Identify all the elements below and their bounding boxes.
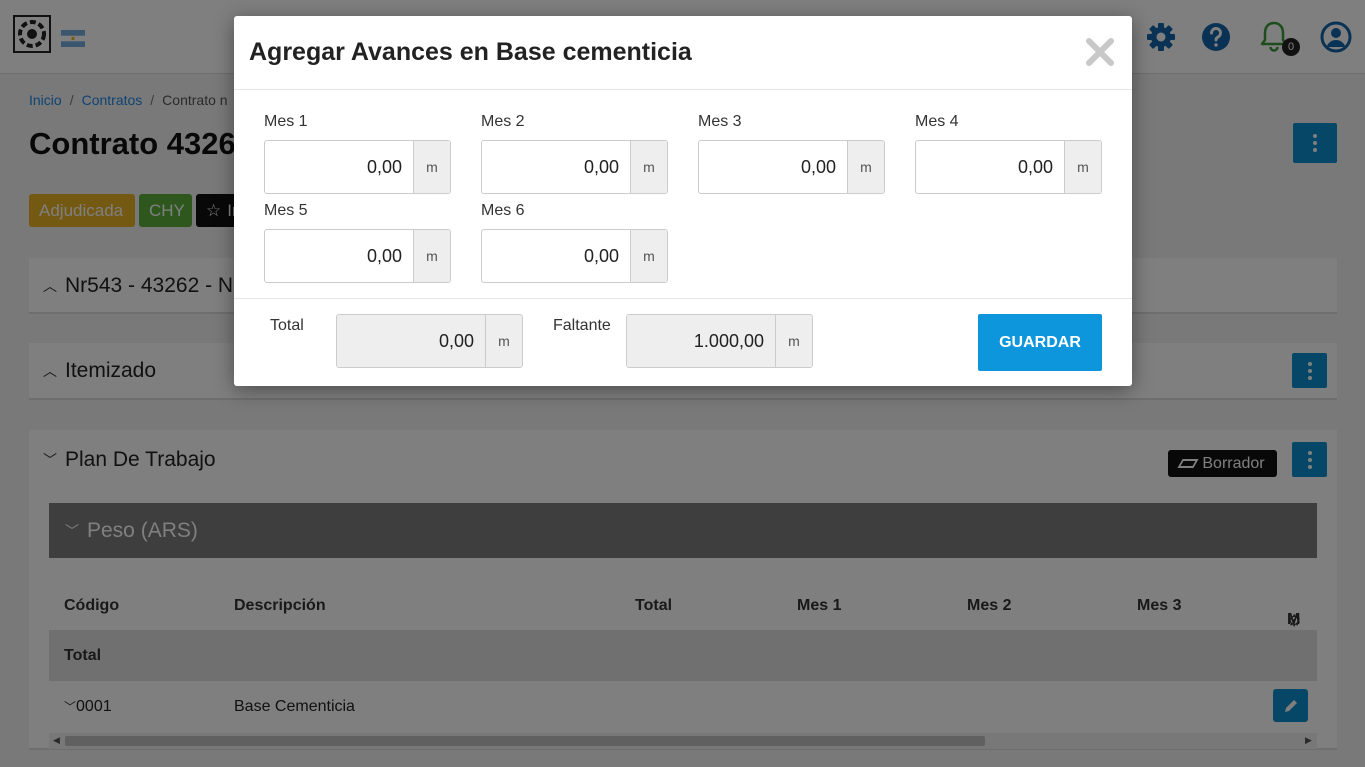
mes-6-value[interactable]: 0,00 bbox=[482, 230, 630, 282]
agregar-avances-modal: Agregar Avances en Base cementicia Mes 1… bbox=[234, 16, 1132, 386]
mes-3-input[interactable]: 0,00 m bbox=[698, 140, 885, 194]
total-label: Total bbox=[270, 317, 304, 334]
modal-footer-divider bbox=[234, 298, 1132, 299]
mes-1-value[interactable]: 0,00 bbox=[265, 141, 413, 193]
faltante-field: 1.000,00 m bbox=[626, 314, 813, 368]
modal-title: Agregar Avances en Base cementicia bbox=[249, 38, 692, 66]
mes-3-value[interactable]: 0,00 bbox=[699, 141, 847, 193]
mes-6-input[interactable]: 0,00 m bbox=[481, 229, 668, 283]
faltante-value: 1.000,00 bbox=[627, 315, 775, 367]
mes-5-unit: m bbox=[413, 230, 450, 282]
mes-4-label: Mes 4 bbox=[915, 113, 959, 130]
mes-1-input[interactable]: 0,00 m bbox=[264, 140, 451, 194]
mes-3-unit: m bbox=[847, 141, 884, 193]
faltante-unit: m bbox=[775, 315, 812, 367]
mes-2-label: Mes 2 bbox=[481, 113, 525, 130]
faltante-label: Faltante bbox=[553, 317, 611, 334]
mes-2-value[interactable]: 0,00 bbox=[482, 141, 630, 193]
mes-4-input[interactable]: 0,00 m bbox=[915, 140, 1102, 194]
mes-4-value[interactable]: 0,00 bbox=[916, 141, 1064, 193]
mes-6-unit: m bbox=[630, 230, 667, 282]
modal-header: Agregar Avances en Base cementicia bbox=[234, 16, 1132, 90]
mes-1-unit: m bbox=[413, 141, 450, 193]
mes-2-unit: m bbox=[630, 141, 667, 193]
mes-4-unit: m bbox=[1064, 141, 1101, 193]
mes-5-input[interactable]: 0,00 m bbox=[264, 229, 451, 283]
mes-3-label: Mes 3 bbox=[698, 113, 742, 130]
total-unit: m bbox=[485, 315, 522, 367]
total-field: 0,00 m bbox=[336, 314, 523, 368]
mes-2-input[interactable]: 0,00 m bbox=[481, 140, 668, 194]
mes-5-label: Mes 5 bbox=[264, 202, 308, 219]
mes-6-label: Mes 6 bbox=[481, 202, 525, 219]
total-value: 0,00 bbox=[337, 315, 485, 367]
mes-5-value[interactable]: 0,00 bbox=[265, 230, 413, 282]
mes-1-label: Mes 1 bbox=[264, 113, 308, 130]
guardar-button[interactable]: GUARDAR bbox=[978, 314, 1102, 371]
close-icon[interactable] bbox=[1082, 34, 1118, 70]
